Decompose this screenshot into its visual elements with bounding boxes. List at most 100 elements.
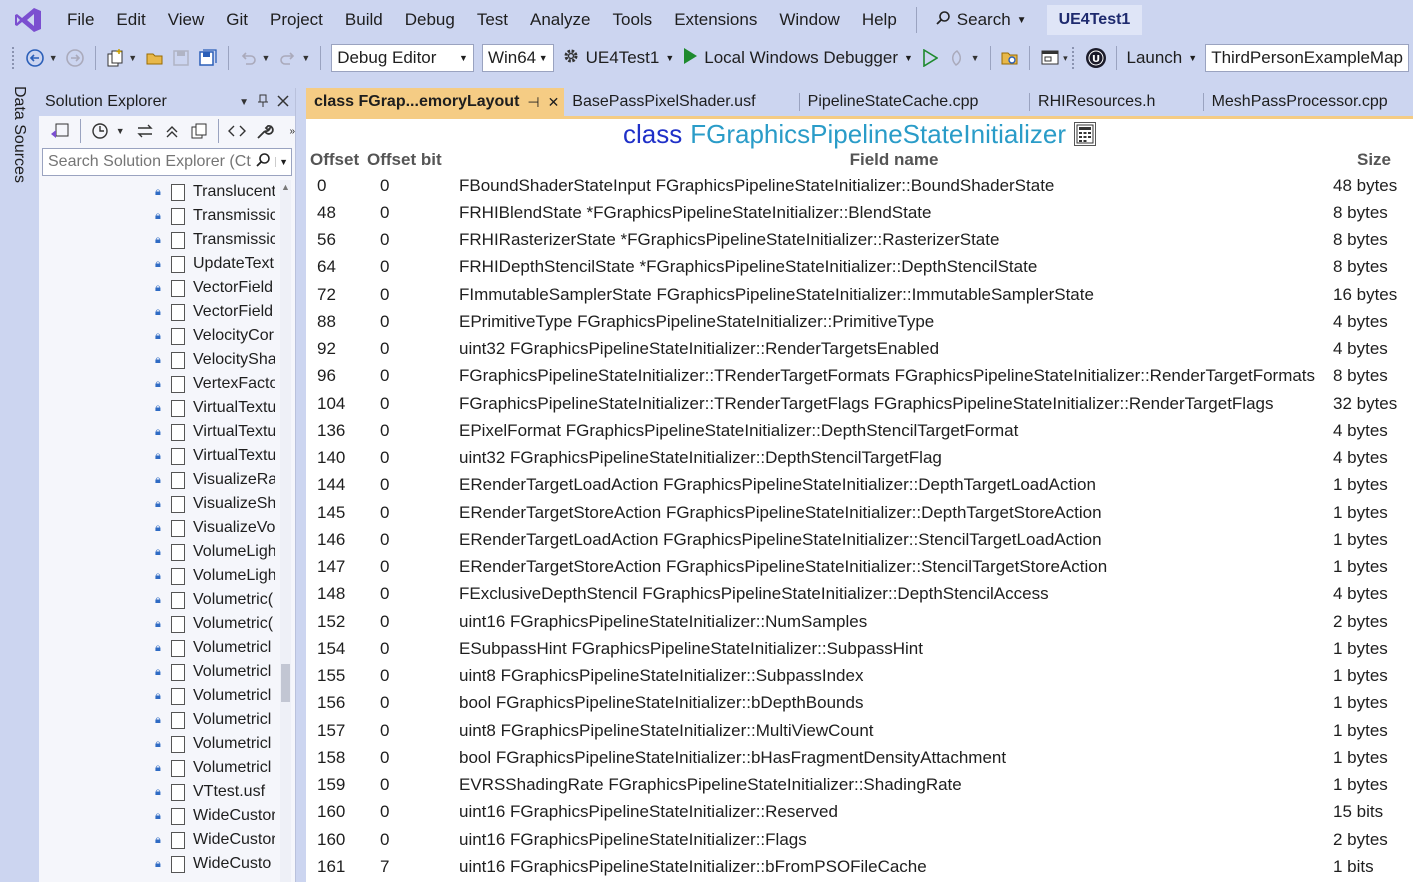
solution-tree-item[interactable]: 🔒︎ Transmissic xyxy=(39,204,279,228)
column-header-size[interactable]: Size xyxy=(1329,150,1413,170)
table-row[interactable]: 156 0 bool FGraphicsPipelineStateInitializ… xyxy=(306,690,1413,717)
solution-tree-item[interactable]: 🔒︎ WideCustor xyxy=(39,828,279,852)
save-all-icon[interactable] xyxy=(198,47,219,69)
collapse-all-icon[interactable] xyxy=(164,120,180,142)
chevron-down-icon[interactable]: ▼ xyxy=(262,53,271,63)
scroll-up-arrow-icon[interactable]: ▲ xyxy=(281,182,290,192)
solution-tree-item[interactable]: 🔒︎ Volumetricl xyxy=(39,708,279,732)
chevron-down-icon[interactable]: ▼ xyxy=(116,126,125,136)
table-row[interactable]: 155 0 uint8 FGraphicsPipelineStateInitiali… xyxy=(306,663,1413,690)
table-row[interactable]: 160 0 uint16 FGraphicsPipelineStateInitial… xyxy=(306,799,1413,826)
menu-view[interactable]: View xyxy=(157,0,216,40)
solution-tree-item[interactable]: 🔒︎ VTtest.usf xyxy=(39,780,279,804)
menu-extensions[interactable]: Extensions xyxy=(663,0,768,40)
show-all-files-icon[interactable] xyxy=(190,120,208,142)
menu-git[interactable]: Git xyxy=(215,0,259,40)
solution-tree-item[interactable]: 🔒︎ VectorField xyxy=(39,276,279,300)
solution-search-box[interactable]: ▼ xyxy=(42,148,292,176)
startup-project-select[interactable]: UE4Test1 ▼ xyxy=(562,47,674,70)
sync-with-document-icon[interactable] xyxy=(136,120,154,142)
table-row[interactable]: 0 0 FBoundShaderStateInput FGraphicsPipeli… xyxy=(306,172,1413,199)
table-row[interactable]: 64 0 FRHIDepthStencilState *FGraphicsPipel… xyxy=(306,254,1413,281)
table-row[interactable]: 96 0 FGraphicsPipelineStateInitializer::TR… xyxy=(306,363,1413,390)
pending-changes-filter-icon[interactable] xyxy=(91,120,109,142)
table-row[interactable]: 144 0 ERenderTargetLoadAction FGraphicsPip… xyxy=(306,472,1413,499)
solution-tree-item[interactable]: 🔒︎ Volumetricl xyxy=(39,636,279,660)
pin-icon[interactable]: ⊣ xyxy=(527,88,539,116)
solution-tree-item[interactable]: 🔒︎ Volumetricl xyxy=(39,756,279,780)
launch-button[interactable]: Launch ▼ xyxy=(1126,48,1197,68)
menu-project[interactable]: Project xyxy=(259,0,334,40)
menu-tools[interactable]: Tools xyxy=(602,0,664,40)
navigate-back-icon[interactable] xyxy=(25,47,46,69)
document-tab[interactable]: PipelineStateCache.cpp xyxy=(800,88,1029,116)
navigate-forward-icon[interactable] xyxy=(65,47,86,69)
chevron-down-icon[interactable]: ▼ xyxy=(128,53,137,63)
start-without-debugging-icon[interactable] xyxy=(920,47,941,69)
unreal-engine-icon[interactable]: U xyxy=(1085,47,1107,69)
menu-analyze[interactable]: Analyze xyxy=(519,0,601,40)
solution-tree-item[interactable]: 🔒︎ VirtualTextu xyxy=(39,444,279,468)
open-folder-icon[interactable] xyxy=(144,47,165,69)
solution-tree-item[interactable]: 🔒︎ Volumetricl xyxy=(39,684,279,708)
document-tab[interactable]: BasePassPixelShader.usf xyxy=(564,88,798,116)
chevron-down-icon[interactable]: ▼ xyxy=(239,97,249,108)
start-debugging-button[interactable]: Local Windows Debugger ▼ xyxy=(682,47,913,70)
toolbar-overflow-icon[interactable]: ▾ xyxy=(1063,53,1068,64)
solution-tree-item[interactable]: 🔒︎ WideCusto xyxy=(39,852,279,876)
hot-reload-icon[interactable] xyxy=(947,47,968,69)
document-tab[interactable]: class FGrap...emoryLayout ⊣ ✕ xyxy=(306,88,565,116)
menu-edit[interactable]: Edit xyxy=(105,0,156,40)
menu-build[interactable]: Build xyxy=(334,0,394,40)
table-row[interactable]: 48 0 FRHIBlendState *FGraphicsPipelineStat… xyxy=(306,199,1413,226)
table-row[interactable]: 146 0 ERenderTargetLoadAction FGraphicsPip… xyxy=(306,526,1413,553)
table-row[interactable]: 104 0 FGraphicsPipelineStateInitializer::T… xyxy=(306,390,1413,417)
menu-file[interactable]: File xyxy=(56,0,105,40)
document-tab[interactable]: MeshPassProcessor.cpp xyxy=(1204,88,1413,116)
solution-tree-item[interactable]: 🔒︎ VertexFacto xyxy=(39,372,279,396)
solution-tree-item[interactable]: 🔒︎ Volumetric( xyxy=(39,612,279,636)
platform-select[interactable]: Win64 ▼ xyxy=(481,44,554,72)
solution-search-input[interactable] xyxy=(48,153,252,171)
table-row[interactable]: 152 0 uint16 FGraphicsPipelineStateInitial… xyxy=(306,608,1413,635)
table-row[interactable]: 159 0 EVRSShadingRate FGraphicsPipelineSta… xyxy=(306,772,1413,799)
toolbar-grip[interactable] xyxy=(1071,47,1076,69)
table-row[interactable]: 161 7 uint16 FGraphicsPipelineStateInitial… xyxy=(306,853,1413,880)
table-row[interactable]: 147 0 ERenderTargetStoreAction FGraphicsPi… xyxy=(306,554,1413,581)
column-header-field-name[interactable]: Field name xyxy=(459,150,1329,170)
view-code-icon[interactable] xyxy=(228,120,247,142)
table-row[interactable]: 56 0 FRHIRasterizerState *FGraphicsPipelin… xyxy=(306,227,1413,254)
undo-icon[interactable] xyxy=(238,47,259,69)
table-row[interactable]: 92 0 uint32 FGraphicsPipelineStateInitiali… xyxy=(306,336,1413,363)
properties-wrench-icon[interactable] xyxy=(256,120,275,142)
solution-tree-item[interactable]: 🔒︎ VelocitySha xyxy=(39,348,279,372)
toolbar-overflow-icon[interactable]: » xyxy=(289,126,295,137)
window-layout-icon[interactable] xyxy=(1039,47,1060,69)
close-icon[interactable]: ✕ xyxy=(548,88,560,116)
solution-tree-item[interactable]: 🔒︎ Volumetric( xyxy=(39,588,279,612)
menu-debug[interactable]: Debug xyxy=(394,0,466,40)
table-row[interactable]: 160 0 uint16 FGraphicsPipelineStateInitial… xyxy=(306,826,1413,853)
document-tab[interactable]: RHIResources.h xyxy=(1030,88,1203,116)
solution-tree-item[interactable]: 🔒︎ VirtualTextu xyxy=(39,396,279,420)
scrollbar-thumb[interactable] xyxy=(281,664,290,702)
solution-tree-item[interactable]: 🔒︎ VelocityCor xyxy=(39,324,279,348)
toolbar-grip[interactable] xyxy=(12,47,16,69)
redo-icon[interactable] xyxy=(277,47,298,69)
table-row[interactable]: 148 0 FExclusiveDepthStencil FGraphicsPipe… xyxy=(306,581,1413,608)
search-options-dropdown[interactable]: ▼ xyxy=(275,157,291,167)
search-icon[interactable] xyxy=(251,152,275,173)
solution-tree-item[interactable]: 🔒︎ VisualizeVo xyxy=(39,516,279,540)
configuration-select[interactable]: Debug Editor ▼ xyxy=(331,44,474,72)
chevron-down-icon[interactable]: ▼ xyxy=(971,53,980,63)
solution-tree-item[interactable]: 🔒︎ VisualizeSh xyxy=(39,492,279,516)
table-row[interactable]: 136 0 EPixelFormat FGraphicsPipelineStateI… xyxy=(306,417,1413,444)
class-name[interactable]: FGraphicsPipelineStateInitializer xyxy=(690,119,1066,150)
solution-tree-item[interactable]: 🔒︎ VirtualTextu xyxy=(39,420,279,444)
data-sources-tab[interactable]: Data Sources xyxy=(8,86,30,186)
solution-tree-item[interactable]: 🔒︎ Transmissic xyxy=(39,228,279,252)
solution-tree-item[interactable]: 🔒︎ UpdateText xyxy=(39,252,279,276)
solution-tree-item[interactable]: 🔒︎ VectorField xyxy=(39,300,279,324)
chevron-down-icon[interactable]: ▼ xyxy=(301,53,310,63)
column-header-offset-bit[interactable]: Offset bit xyxy=(364,150,459,170)
